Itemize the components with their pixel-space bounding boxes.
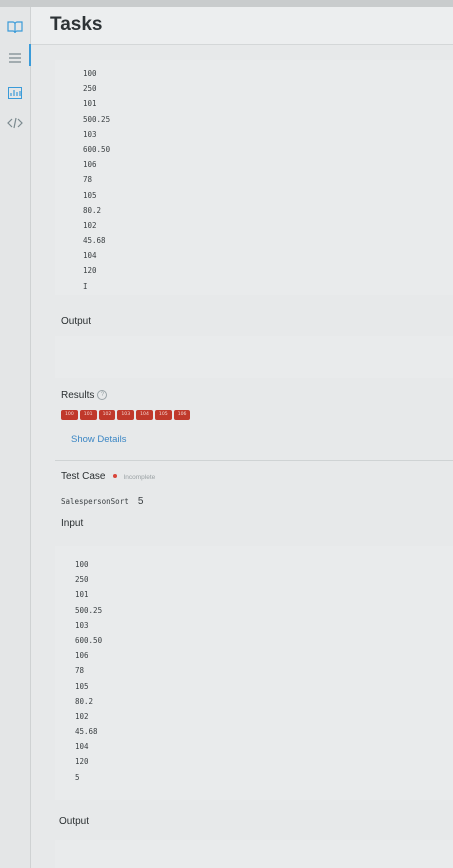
output-panel bbox=[55, 336, 453, 378]
result-badge[interactable]: 105 bbox=[154, 410, 172, 420]
input-line: 120 bbox=[75, 757, 89, 767]
test-case-row: Test Case Incomplete bbox=[61, 471, 155, 482]
result-badge[interactable]: 103 bbox=[117, 410, 135, 420]
input-line: 100 bbox=[75, 560, 89, 569]
input-line: 103 bbox=[75, 620, 89, 630]
input-label: Input bbox=[61, 518, 84, 529]
input-lines: 100 250 101 500.25 103 600.50 106 78 105… bbox=[75, 557, 102, 785]
help-icon[interactable]: ? bbox=[97, 390, 108, 401]
input-line: 80.2 bbox=[83, 205, 102, 215]
input-line: 600.50 bbox=[83, 144, 111, 154]
input-line: 500.25 bbox=[75, 605, 103, 615]
test-case-name-row: SalespersonSort 5 bbox=[61, 489, 143, 508]
input-line: 102 bbox=[75, 711, 89, 721]
input-line: 106 bbox=[83, 160, 97, 170]
list-icon[interactable] bbox=[5, 48, 25, 68]
input-line: 104 bbox=[75, 742, 89, 752]
results-label-row: Results? bbox=[61, 390, 108, 401]
top-strip bbox=[0, 0, 453, 7]
result-badge[interactable]: 106 bbox=[173, 410, 191, 420]
title-bar: Tasks bbox=[31, 7, 453, 45]
book-icon[interactable] bbox=[5, 17, 25, 37]
input-lines: 100 250 101 500.25 103 600.50 106 78 105… bbox=[83, 66, 110, 294]
result-badge[interactable]: 102 bbox=[98, 410, 116, 420]
input-line: 600.50 bbox=[75, 635, 103, 645]
code-icon[interactable] bbox=[5, 113, 25, 133]
output-label-2: Output bbox=[59, 816, 90, 827]
output-label: Output bbox=[61, 316, 92, 327]
input-line: 103 bbox=[83, 129, 97, 139]
input-panel-bottom: 100 250 101 500.25 103 600.50 106 78 105… bbox=[55, 546, 453, 800]
input-line: 45.68 bbox=[75, 727, 98, 737]
input-line: 5 bbox=[75, 772, 80, 782]
sidebar bbox=[0, 7, 31, 868]
result-badge[interactable]: 101 bbox=[79, 410, 97, 420]
input-line: 100 bbox=[83, 69, 97, 78]
results-label: Results bbox=[61, 390, 95, 401]
input-line: 250 bbox=[83, 84, 97, 94]
input-line: 101 bbox=[83, 99, 97, 109]
input-line: I bbox=[83, 281, 88, 291]
test-case-status: Incomplete bbox=[123, 474, 156, 481]
test-case-label: Test Case bbox=[61, 471, 106, 482]
output-panel-2 bbox=[55, 840, 453, 868]
result-badge[interactable]: 104 bbox=[136, 410, 153, 420]
page-title: Tasks bbox=[50, 14, 103, 35]
input-line: 500.25 bbox=[83, 114, 111, 124]
input-line: 105 bbox=[75, 681, 89, 691]
input-line: 105 bbox=[83, 190, 97, 200]
input-line: 250 bbox=[75, 575, 89, 585]
chart-icon[interactable] bbox=[5, 83, 25, 103]
results-badges: 100 101 102 103 104 105 106 bbox=[61, 410, 191, 420]
input-panel-top: 100 250 101 500.25 103 600.50 106 78 105… bbox=[55, 60, 453, 295]
status-dot bbox=[113, 473, 118, 478]
show-details-link[interactable]: Show Details bbox=[71, 434, 126, 445]
input-line: 120 bbox=[83, 266, 97, 276]
input-line: 78 bbox=[75, 666, 85, 676]
input-line: 104 bbox=[83, 251, 97, 261]
input-line: 45.68 bbox=[83, 236, 106, 246]
input-line: 80.2 bbox=[75, 696, 94, 706]
input-line: 101 bbox=[75, 590, 89, 600]
result-badge[interactable]: 100 bbox=[61, 410, 78, 420]
input-line: 106 bbox=[75, 651, 89, 661]
test-case-name: SalespersonSort bbox=[61, 497, 129, 506]
divider bbox=[55, 460, 453, 461]
active-indicator bbox=[29, 44, 31, 66]
input-line: 78 bbox=[83, 175, 93, 185]
input-line: 102 bbox=[83, 220, 97, 230]
test-case-number: 5 bbox=[137, 496, 144, 507]
